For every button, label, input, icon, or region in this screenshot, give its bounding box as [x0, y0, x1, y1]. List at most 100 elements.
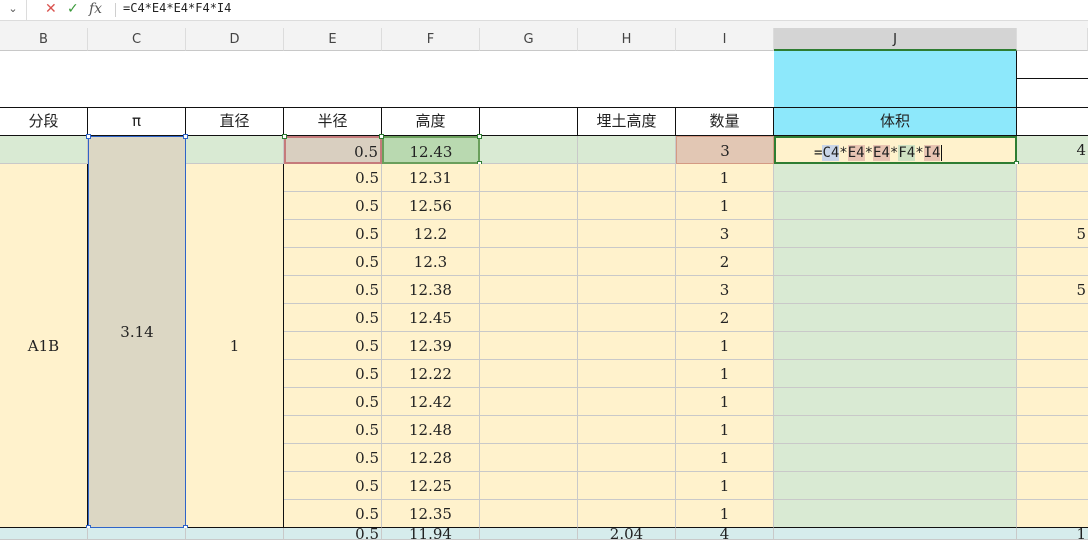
cell-k4[interactable]: 4	[1017, 136, 1088, 164]
cell-g[interactable]	[480, 388, 578, 416]
cell-k[interactable]	[1017, 164, 1088, 192]
column-header-e[interactable]: E	[284, 28, 382, 51]
cell-buried[interactable]	[578, 332, 676, 360]
cell-next-b[interactable]	[0, 528, 88, 540]
cell-next-buried[interactable]: 2.04	[578, 528, 676, 540]
cell-volume[interactable]	[774, 192, 1017, 220]
cell-radius[interactable]: 0.5	[284, 332, 382, 360]
chevron-down-icon[interactable]: ⌄	[8, 2, 17, 15]
cell-height[interactable]: 12.45	[382, 304, 480, 332]
cell-qty[interactable]: 1	[676, 500, 774, 528]
cell-radius[interactable]: 0.5	[284, 500, 382, 528]
range-handle[interactable]	[183, 134, 188, 139]
cell-buried[interactable]	[578, 360, 676, 388]
cell-qty[interactable]: 3	[676, 276, 774, 304]
cyan-title-cell[interactable]	[774, 51, 1017, 108]
cell-height[interactable]: 12.31	[382, 164, 480, 192]
cell-qty[interactable]: 2	[676, 248, 774, 276]
cell-next-k[interactable]: 1	[1017, 528, 1088, 540]
cell-radius[interactable]: 0.5	[284, 304, 382, 332]
cell-b4[interactable]	[0, 136, 88, 164]
cell-buried[interactable]	[578, 500, 676, 528]
cell-g[interactable]	[480, 164, 578, 192]
merged-segment-cell[interactable]: A1B	[0, 164, 88, 528]
header-k[interactable]	[1017, 107, 1088, 136]
cell-volume[interactable]	[774, 472, 1017, 500]
cell-height[interactable]: 12.42	[382, 388, 480, 416]
cell-next-volume[interactable]	[774, 528, 1017, 540]
cell-k[interactable]	[1017, 304, 1088, 332]
header-quantity[interactable]: 数量	[676, 107, 774, 136]
cell-height[interactable]: 12.2	[382, 220, 480, 248]
cell-g[interactable]	[480, 500, 578, 528]
column-header-g[interactable]: G	[480, 28, 578, 51]
cell-k[interactable]	[1017, 332, 1088, 360]
header-radius[interactable]: 半径	[284, 107, 382, 136]
merged-pi-cell-selected[interactable]: 3.14	[88, 136, 186, 528]
cell-g[interactable]	[480, 248, 578, 276]
cell-g[interactable]	[480, 304, 578, 332]
cell-volume[interactable]	[774, 500, 1017, 528]
blank-cell-k2[interactable]	[1017, 79, 1088, 108]
cell-height[interactable]: 12.38	[382, 276, 480, 304]
name-box[interactable]: ⌄	[0, 0, 27, 20]
header-buried-height[interactable]: 埋土高度	[578, 107, 676, 136]
cell-qty[interactable]: 1	[676, 164, 774, 192]
column-header-i[interactable]: I	[676, 28, 774, 51]
cell-h4[interactable]	[578, 136, 676, 164]
header-volume[interactable]: 体积	[774, 107, 1017, 136]
cell-k[interactable]	[1017, 192, 1088, 220]
cell-g[interactable]	[480, 444, 578, 472]
cell-buried[interactable]	[578, 192, 676, 220]
cell-volume[interactable]	[774, 444, 1017, 472]
cell-radius[interactable]: 0.5	[284, 388, 382, 416]
cell-buried[interactable]	[578, 164, 676, 192]
ref-handle[interactable]	[282, 134, 287, 139]
cell-qty[interactable]: 1	[676, 444, 774, 472]
fx-icon[interactable]: fx	[89, 0, 102, 20]
cell-buried[interactable]	[578, 248, 676, 276]
ref-handle[interactable]	[379, 134, 384, 139]
cell-qty[interactable]: 3	[676, 220, 774, 248]
cell-radius[interactable]: 0.5	[284, 416, 382, 444]
cell-qty[interactable]: 2	[676, 304, 774, 332]
cell-next-d[interactable]	[186, 528, 284, 540]
cell-height[interactable]: 12.39	[382, 332, 480, 360]
cell-g[interactable]	[480, 416, 578, 444]
cell-g4[interactable]	[480, 136, 578, 164]
cell-volume[interactable]	[774, 220, 1017, 248]
cell-g[interactable]	[480, 332, 578, 360]
cell-volume[interactable]	[774, 388, 1017, 416]
blank-row[interactable]	[0, 51, 774, 108]
column-header-b[interactable]: B	[0, 28, 88, 51]
cell-radius[interactable]: 0.5	[284, 276, 382, 304]
confirm-icon[interactable]: ✓	[67, 0, 79, 20]
cell-radius[interactable]: 0.5	[284, 360, 382, 388]
column-header-d[interactable]: D	[186, 28, 284, 51]
cell-volume[interactable]	[774, 248, 1017, 276]
cell-radius[interactable]: 0.5	[284, 472, 382, 500]
cell-volume[interactable]	[774, 360, 1017, 388]
cell-volume[interactable]	[774, 304, 1017, 332]
header-height[interactable]: 高度	[382, 107, 480, 136]
cell-qty[interactable]: 1	[676, 472, 774, 500]
cell-k[interactable]	[1017, 360, 1088, 388]
blank-cell-k1[interactable]	[1017, 51, 1088, 79]
formula-input[interactable]: =C4*E4*E4*F4*I4	[123, 0, 231, 20]
cell-radius[interactable]: 0.5	[284, 220, 382, 248]
cell-k[interactable]	[1017, 444, 1088, 472]
cell-radius[interactable]: 0.5	[284, 192, 382, 220]
cell-g[interactable]	[480, 220, 578, 248]
cell-buried[interactable]	[578, 444, 676, 472]
range-handle[interactable]	[86, 134, 91, 139]
cell-height[interactable]: 12.35	[382, 500, 480, 528]
cell-height[interactable]: 12.48	[382, 416, 480, 444]
cell-next-height[interactable]: 11.94	[382, 528, 480, 540]
header-segment[interactable]: 分段	[0, 107, 88, 136]
cancel-icon[interactable]: ✕	[45, 0, 57, 20]
cell-volume[interactable]	[774, 332, 1017, 360]
cell-qty[interactable]: 1	[676, 388, 774, 416]
cell-buried[interactable]	[578, 304, 676, 332]
cell-e4-ref[interactable]: 0.5	[284, 136, 382, 164]
header-diameter[interactable]: 直径	[186, 107, 284, 136]
